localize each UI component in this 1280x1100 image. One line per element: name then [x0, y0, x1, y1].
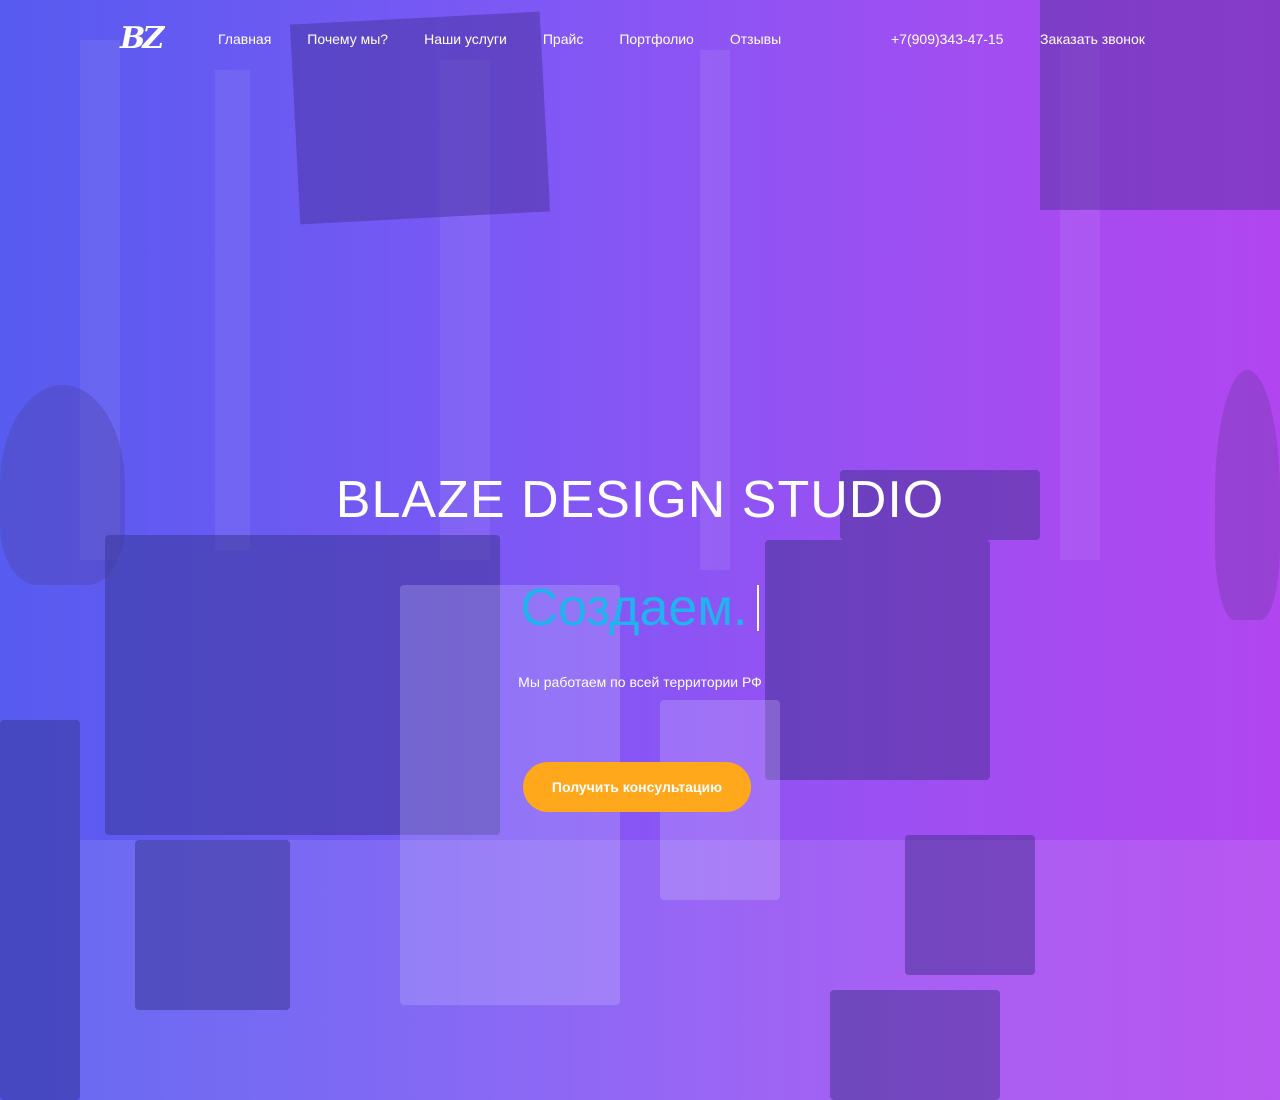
logo[interactable]: BZ: [120, 20, 164, 58]
main-nav: Главная Почему мы? Наши услуги Прайс Пор…: [218, 31, 817, 47]
phone-link[interactable]: +7(909)343-47-15: [891, 31, 1003, 47]
callback-link[interactable]: Заказать звонок: [1040, 31, 1145, 47]
nav-item-services[interactable]: Наши услуги: [424, 31, 507, 47]
nav-item-home[interactable]: Главная: [218, 31, 271, 47]
typed-headline: Создаем.: [0, 578, 1280, 638]
nav-item-why-us[interactable]: Почему мы?: [307, 31, 388, 47]
consultation-button[interactable]: Получить консультацию: [523, 762, 751, 812]
typed-text: Создаем.: [520, 579, 748, 637]
typing-cursor: [757, 585, 760, 631]
nav-item-portfolio[interactable]: Портфолио: [619, 31, 694, 47]
site-header: BZ Главная Почему мы? Наши услуги Прайс …: [0, 0, 1280, 82]
hero-subtitle: Мы работаем по всей территории РФ: [518, 674, 762, 690]
nav-item-reviews[interactable]: Отзывы: [730, 31, 781, 47]
nav-item-price[interactable]: Прайс: [543, 31, 583, 47]
hero-section: BZ Главная Почему мы? Наши услуги Прайс …: [0, 0, 1280, 1100]
hero-title: BLAZE DESIGN STUDIO: [335, 471, 945, 529]
hero-content: BLAZE DESIGN STUDIO Создаем. Мы работаем…: [0, 0, 1280, 1100]
